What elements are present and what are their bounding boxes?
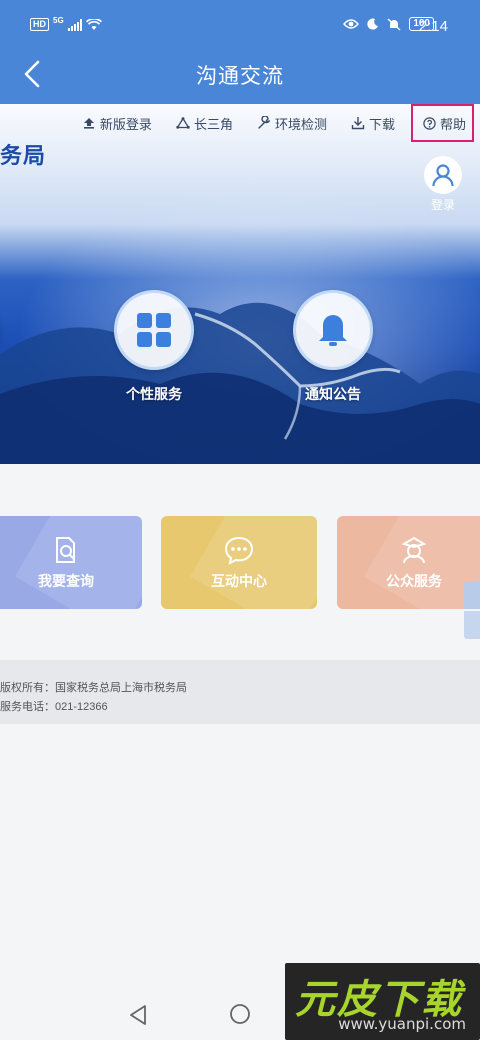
copyright-text: 版权所有：国家税务总局上海市税务局 [0,682,187,694]
wrench-icon [258,116,271,129]
toolbar-download[interactable]: 下载 [339,110,407,137]
search-document-icon [56,536,75,563]
wifi-icon [85,18,102,30]
chat-bubble-icon [224,536,254,565]
signal-icon [67,18,82,31]
top-toolbar: 新版登录 长三角 环境检测 下载 帮助 [0,104,480,142]
toolbar-env-check-label: 环境检测 [274,116,327,132]
mute-bell-icon [387,17,401,31]
card-public-service-label: 公众服务 [386,572,442,589]
toolbar-new-login[interactable]: 新版登录 [70,110,164,137]
card-interaction[interactable]: 互动中心 [161,516,317,609]
card-public-service[interactable]: 公众服务 [337,516,480,609]
site-name: 务局 [0,143,47,168]
card-query-label: 我要查询 [38,572,94,589]
clock: 2:14 [418,18,448,35]
watermark-url: www.yuanpi.com [338,1015,466,1033]
footer: 版权所有：国家税务总局上海市税务局 服务电话：021-12366 [0,660,480,724]
toolbar-yangtze-delta-label: 长三角 [193,116,233,132]
app-header: HD 5G 100 2:14 沟通交流 [0,0,480,104]
service-notice[interactable]: 通知公告 [278,290,388,404]
toolbar-help[interactable]: 帮助 [410,104,474,142]
card-public-service-content: 公众服务 [337,516,480,609]
officer-icon [401,536,427,563]
card-query[interactable]: 我要查询 [0,516,142,609]
toolbar-download-label: 下载 [368,116,395,132]
card-interaction-label: 互动中心 [211,572,267,589]
watermark-logo: 元皮下载 www.yuanpi.com [285,963,480,1040]
side-float-bottom[interactable] [464,611,480,639]
page-title: 沟通交流 [196,65,284,88]
side-float-top[interactable] [464,582,480,609]
login-label: 登录 [430,198,455,212]
triangle-nodes-icon [176,117,190,129]
toolbar-yangtze-delta[interactable]: 长三角 [164,110,245,137]
service-personal[interactable]: 个性服务 [99,290,209,404]
toolbar-env-check[interactable]: 环境检测 [245,110,339,137]
status-bar: HD 5G 100 2:14 [0,0,480,48]
personal-service-circle [114,290,194,370]
eye-icon [343,19,360,29]
web-banner: 新版登录 长三角 环境检测 下载 帮助 务局 登录 个性服务 通知公告 [0,104,480,464]
service-phone: 服务电话：021-12366 [0,701,108,713]
download-icon [351,117,365,130]
card-interaction-content: 互动中心 [161,516,317,609]
network-type: 5G [53,16,64,25]
card-query-content: 我要查询 [0,516,142,609]
hd-indicator: HD [30,18,49,31]
toolbar-new-login-label: 新版登录 [99,116,152,132]
grid-icon [137,313,171,347]
nav-home-icon[interactable] [229,1003,251,1025]
notice-circle [293,290,373,370]
moon-icon [367,18,379,30]
bell-icon [319,315,347,346]
toolbar-help-label: 帮助 [439,116,466,132]
service-partial[interactable] [0,290,15,370]
login-button[interactable]: 登录 [418,156,468,213]
status-left: HD 5G [30,16,102,31]
avatar [424,156,462,194]
great-wall-scenery [0,302,480,464]
notice-label: 通知公告 [305,386,361,402]
help-circle-icon [423,116,436,130]
user-icon [432,164,454,187]
personal-service-label: 个性服务 [126,386,182,402]
nav-back-icon[interactable] [127,1003,149,1027]
cloud-upload-icon [83,118,94,129]
